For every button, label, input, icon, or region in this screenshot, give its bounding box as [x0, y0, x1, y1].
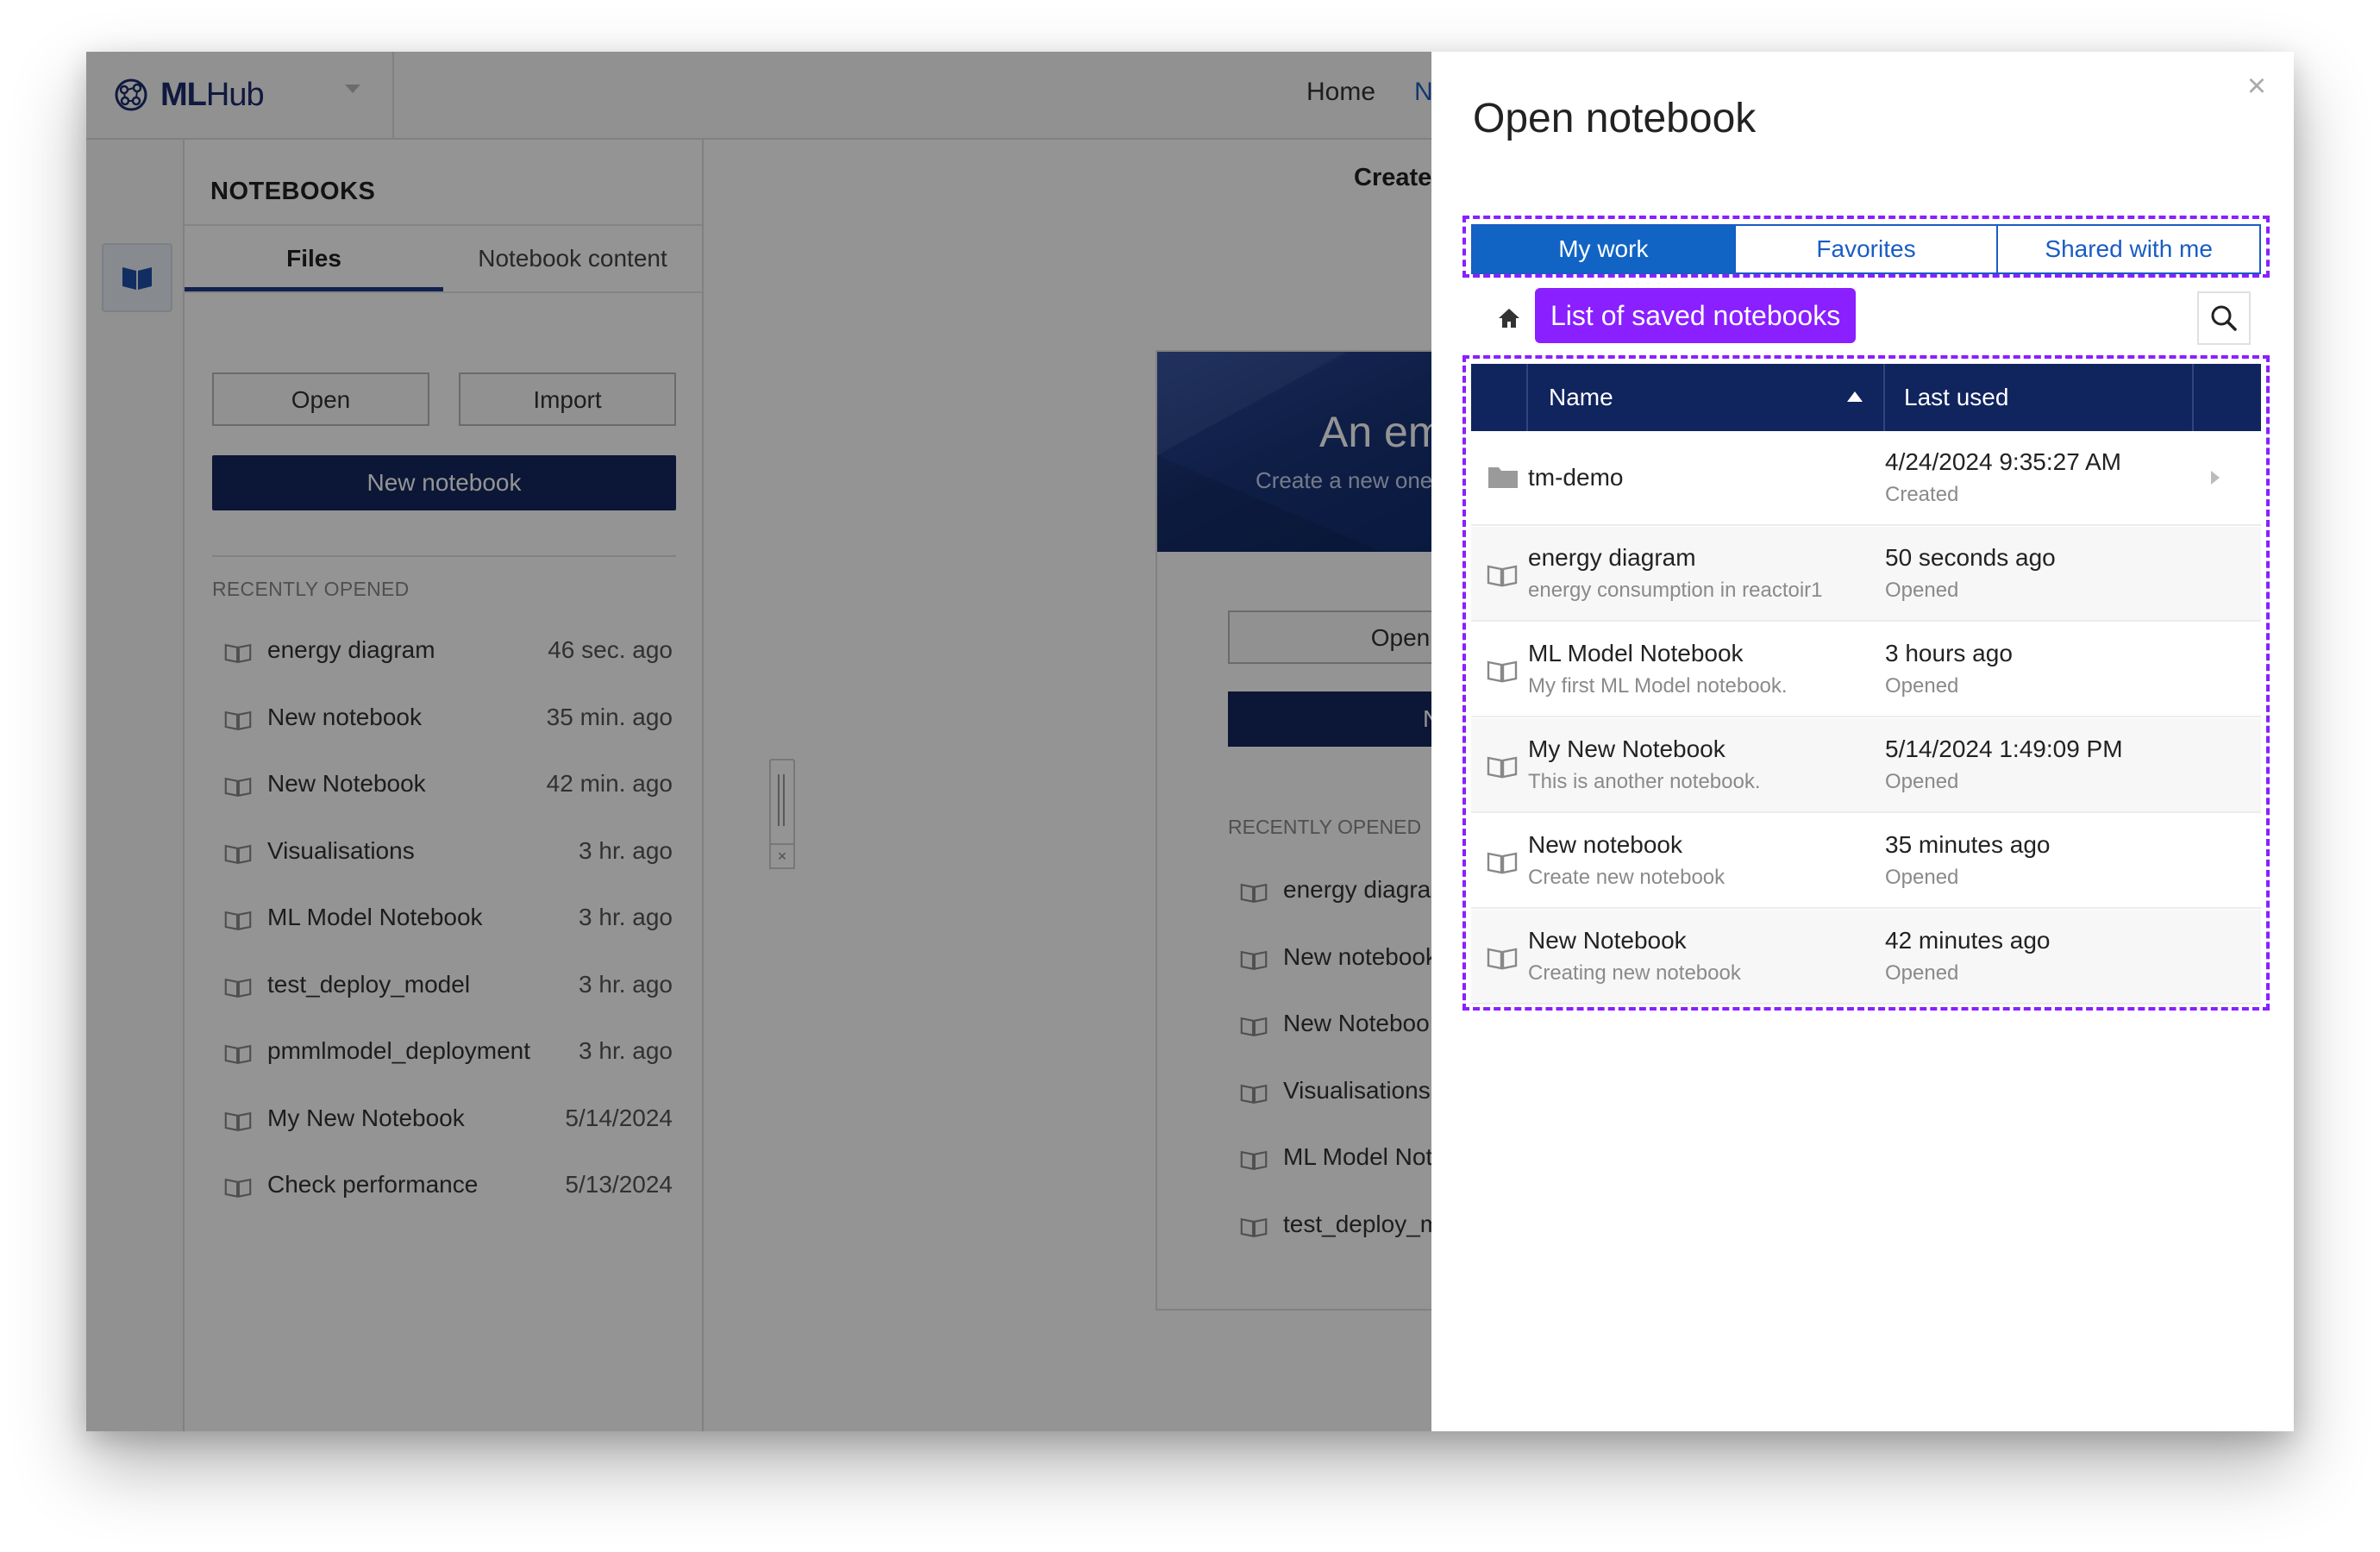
close-icon[interactable]: ×: [2238, 67, 2276, 105]
tab-my-work[interactable]: My work: [1473, 226, 1736, 272]
folder-icon: [1488, 467, 1518, 488]
tab-favorites[interactable]: Favorites: [1735, 226, 1999, 272]
home-icon[interactable]: [1497, 307, 1521, 329]
row-status: Opened: [1885, 770, 1959, 793]
column-header-last-used[interactable]: Last used: [1904, 364, 2008, 431]
chevron-right-icon[interactable]: [2211, 471, 2220, 485]
search-button[interactable]: [2197, 291, 2251, 345]
tab-shared-with-me[interactable]: Shared with me: [1998, 226, 2260, 272]
dialog-title: Open notebook: [1473, 96, 1757, 141]
table-row[interactable]: New notebook Create new notebook 35 minute…: [1471, 814, 2261, 909]
row-last-used: 4/24/2024 9:35:27 AM: [1885, 448, 2121, 475]
table-row[interactable]: My New Notebook This is another notebook.…: [1471, 718, 2261, 813]
row-status: Opened: [1885, 674, 1959, 698]
notebook-icon: [1487, 565, 1518, 587]
table-row[interactable]: ML Model Notebook My first ML Model noteb…: [1471, 623, 2261, 717]
folder-icon-wrap: [1487, 464, 1519, 494]
row-description: Creating new notebook: [1528, 961, 1741, 985]
notebook-icon: [1487, 948, 1518, 970]
notebook-icon-wrap: [1487, 659, 1518, 687]
table-row[interactable]: tm-demo 4/24/2024 9:35:27 AM Created: [1471, 431, 2261, 526]
notebook-icon: [1487, 852, 1518, 874]
notebook-icon-wrap: [1487, 946, 1518, 974]
table-row[interactable]: New Notebook Creating new notebook 42 minu…: [1471, 910, 2261, 1004]
notebook-icon: [1487, 756, 1518, 779]
row-status: Created: [1885, 483, 1959, 506]
row-description: Create new notebook: [1528, 866, 1726, 889]
row-name: tm-demo: [1528, 464, 1624, 491]
column-separator: [1883, 364, 1885, 431]
row-name: New notebook: [1528, 831, 1683, 858]
notebook-table: Name Last used tm-demo 4/24/2024 9:35:27 …: [1471, 364, 2261, 1004]
notebook-icon-wrap: [1487, 754, 1518, 783]
row-name: New Notebook: [1528, 927, 1687, 954]
row-name: ML Model Notebook: [1528, 640, 1744, 666]
table-header: Name Last used: [1471, 364, 2261, 431]
column-header-name[interactable]: Name: [1549, 364, 1613, 431]
column-separator: [1526, 364, 1528, 431]
row-status: Opened: [1885, 961, 1959, 985]
row-name: My New Notebook: [1528, 735, 1726, 762]
notebook-icon-wrap: [1487, 563, 1518, 591]
row-description: This is another notebook.: [1528, 770, 1761, 793]
search-icon: [2211, 305, 2237, 331]
dialog-tabs: My work Favorites Shared with me: [1471, 224, 2261, 274]
row-name: energy diagram: [1528, 544, 1696, 571]
app-background: MLHub Home N NOTEBOOKS Files Notebook co…: [86, 52, 1431, 1431]
row-last-used: 35 minutes ago: [1885, 831, 2051, 858]
table-row[interactable]: energy diagram energy consumption in reac…: [1471, 527, 2261, 622]
open-notebook-dialog: Open notebook × My work Favorites Shared…: [1431, 52, 2294, 1431]
notebook-icon-wrap: [1487, 850, 1518, 879]
app-window: MLHub Home N NOTEBOOKS Files Notebook co…: [86, 52, 2294, 1431]
row-last-used: 3 hours ago: [1885, 640, 2013, 666]
column-separator: [2192, 364, 2194, 431]
row-last-used: 5/14/2024 1:49:09 PM: [1885, 735, 2123, 762]
modal-overlay[interactable]: [86, 52, 1431, 1431]
list-callout-label: List of saved notebooks: [1535, 288, 1857, 343]
row-last-used: 42 minutes ago: [1885, 927, 2051, 954]
row-description: My first ML Model notebook.: [1528, 674, 1788, 698]
sort-ascending-icon[interactable]: [1847, 391, 1863, 402]
notebook-icon: [1487, 660, 1518, 683]
row-status: Opened: [1885, 579, 1959, 602]
row-last-used: 50 seconds ago: [1885, 544, 2056, 571]
row-status: Opened: [1885, 866, 1959, 889]
row-description: energy consumption in reactoir1: [1528, 579, 1823, 602]
